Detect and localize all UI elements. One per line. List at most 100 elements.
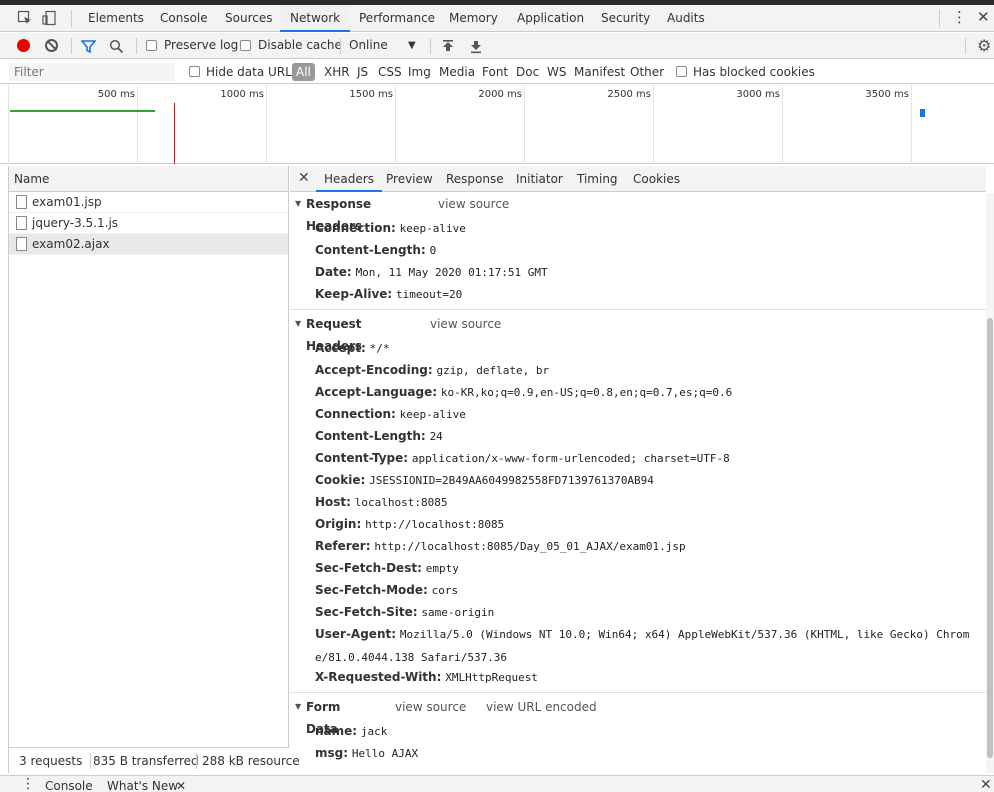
close-drawer-icon[interactable]: ✕ [980, 777, 992, 792]
file-icon [16, 237, 27, 251]
network-overview-timeline[interactable]: 500 ms 1000 ms 1500 ms 2000 ms 2500 ms 3… [0, 85, 994, 164]
overview-gridline [395, 85, 396, 164]
import-har-icon[interactable] [441, 38, 455, 54]
header-row: Sec-Fetch-Dest: empty [315, 557, 980, 580]
header-row: Connection: keep-alive [315, 217, 980, 240]
tab-cookies[interactable]: Cookies [633, 166, 680, 192]
type-filter-all[interactable]: All [292, 63, 315, 81]
header-value: 24 [429, 430, 443, 443]
scrollbar-thumb[interactable] [987, 318, 993, 758]
overview-request-bar [10, 110, 155, 112]
toolbar-separator [430, 38, 431, 54]
header-name: Date: [315, 265, 352, 279]
tab-response[interactable]: Response [446, 166, 504, 192]
type-filter-xhr[interactable]: XHR [324, 60, 350, 84]
overview-tick-label: 2000 ms [478, 89, 522, 100]
type-filter-ws[interactable]: WS [547, 60, 566, 84]
inspect-element-icon[interactable] [17, 10, 33, 26]
gear-icon[interactable]: ⚙ [977, 36, 991, 55]
header-name: Connection: [315, 221, 396, 235]
header-row: Accept: */* [315, 337, 980, 360]
header-name: Accept-Language: [315, 385, 438, 399]
type-filter-doc[interactable]: Doc [516, 60, 539, 84]
header-row: Content-Length: 24 [315, 425, 980, 448]
has-blocked-cookies-checkbox[interactable] [676, 66, 687, 77]
disable-cache-checkbox[interactable] [240, 40, 251, 51]
tab-memory[interactable]: Memory [449, 5, 498, 32]
header-name: Origin: [315, 517, 362, 531]
view-source-link[interactable]: view source [438, 193, 509, 215]
tab-security[interactable]: Security [601, 5, 650, 32]
type-filter-manifest[interactable]: Manifest [574, 60, 625, 84]
preserve-log-checkbox[interactable] [146, 40, 157, 51]
tab-performance[interactable]: Performance [359, 5, 435, 32]
tab-timing[interactable]: Timing [577, 166, 618, 192]
bottom-drawer: ⋮ Console What's New ✕ ✕ [0, 775, 994, 792]
tab-audits[interactable]: Audits [667, 5, 705, 32]
header-name: Accept-Encoding: [315, 363, 433, 377]
header-name: User-Agent: [315, 627, 397, 641]
file-icon [16, 195, 27, 209]
header-name: Content-Length: [315, 243, 426, 257]
tab-elements[interactable]: Elements [88, 5, 144, 32]
tab-initiator[interactable]: Initiator [516, 166, 563, 192]
overview-tick-label: 1000 ms [220, 89, 264, 100]
close-details-icon[interactable]: ✕ [298, 166, 310, 190]
request-details-pane: ✕ Headers Preview Response Initiator Tim… [290, 166, 986, 773]
type-filter-css[interactable]: CSS [378, 60, 402, 84]
type-filter-media[interactable]: Media [439, 60, 475, 84]
overview-gridline [524, 85, 525, 164]
tab-network[interactable]: Network [280, 5, 351, 32]
drawer-tab-console[interactable]: Console [45, 778, 93, 792]
tab-bar-separator [71, 10, 72, 27]
tab-application[interactable]: Application [517, 5, 584, 32]
header-value: XMLHttpRequest [445, 671, 538, 684]
request-row-selected[interactable]: exam02.ajax [9, 234, 288, 255]
search-icon[interactable] [109, 38, 124, 54]
type-filter-js[interactable]: JS [357, 60, 368, 84]
device-toolbar-icon[interactable] [42, 10, 58, 26]
toolbar-separator [136, 38, 137, 54]
throttling-select[interactable]: Online [349, 33, 388, 59]
overview-tick-label: 500 ms [97, 89, 135, 100]
type-filter-other[interactable]: Other [630, 60, 664, 84]
hide-data-urls-checkbox[interactable] [189, 66, 200, 77]
request-row[interactable]: exam01.jsp [9, 192, 288, 213]
close-tab-icon[interactable]: ✕ [176, 778, 186, 792]
record-button[interactable] [17, 39, 30, 52]
view-source-link[interactable]: view source [395, 696, 466, 718]
header-row: Date: Mon, 11 May 2020 01:17:51 GMT [315, 261, 980, 284]
header-row: Accept-Encoding: gzip, deflate, br [315, 359, 980, 382]
clear-button[interactable] [45, 39, 58, 52]
section-divider [290, 309, 986, 310]
filter-icon[interactable] [80, 38, 97, 54]
view-source-link[interactable]: view source [430, 313, 501, 335]
drawer-menu-icon[interactable]: ⋮ [21, 776, 35, 792]
tab-sources[interactable]: Sources [225, 5, 272, 32]
drawer-tab-whats-new[interactable]: What's New [107, 778, 178, 792]
type-filter-font[interactable]: Font [482, 60, 508, 84]
header-value: cors [431, 584, 459, 597]
request-count: 3 requests [19, 754, 83, 768]
type-filter-img[interactable]: Img [408, 60, 431, 84]
tab-console[interactable]: Console [160, 5, 208, 32]
tab-preview[interactable]: Preview [386, 166, 433, 192]
headers-content: ▼ Response Headers view source Connectio… [290, 193, 986, 773]
header-row: Connection: keep-alive [315, 403, 980, 426]
close-devtools-icon[interactable]: ✕ [977, 8, 990, 26]
view-url-encoded-link[interactable]: view URL encoded [486, 696, 597, 718]
chevron-down-icon[interactable]: ▼ [408, 33, 416, 59]
header-value: http://localhost:8085/Day_05_01_AJAX/exa… [374, 540, 686, 553]
details-scrollbar[interactable] [986, 193, 994, 773]
network-status-bar: 3 requests 835 B transferred 288 kB reso… [9, 747, 300, 773]
overview-tick-label: 2500 ms [607, 89, 651, 100]
tab-headers[interactable]: Headers [316, 166, 382, 192]
overview-gridline [911, 85, 912, 164]
request-row[interactable]: jquery-3.5.1.js [9, 213, 288, 234]
export-har-icon[interactable] [469, 38, 483, 54]
more-options-icon[interactable]: ⋮ [952, 8, 967, 26]
header-value: Mon, 11 May 2020 01:17:51 GMT [355, 266, 548, 279]
filter-input[interactable] [9, 63, 175, 81]
header-name: X-Requested-With: [315, 670, 442, 684]
name-column-header[interactable]: Name [9, 166, 288, 192]
